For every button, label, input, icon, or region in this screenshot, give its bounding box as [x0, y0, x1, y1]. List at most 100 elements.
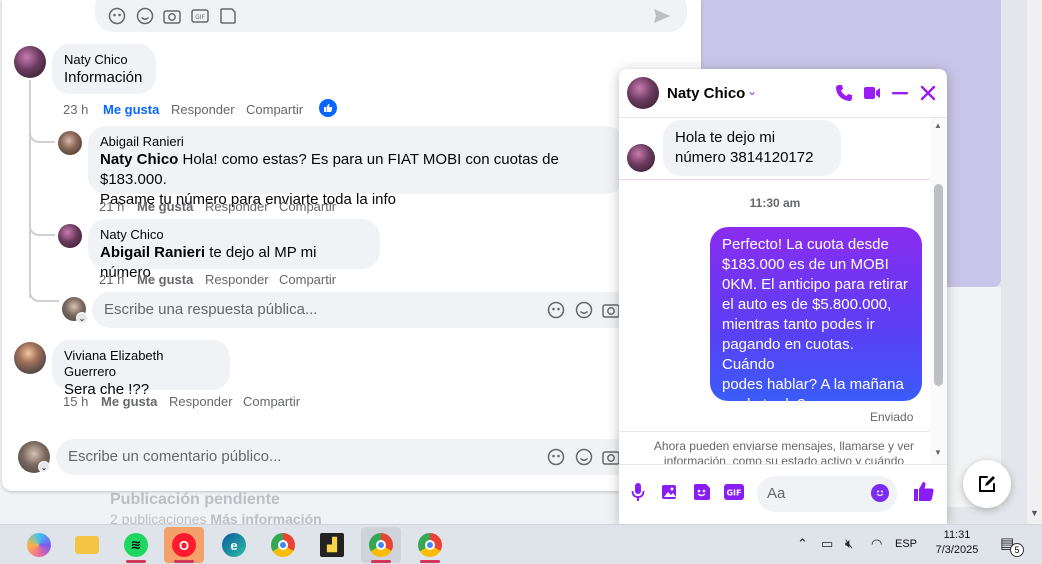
gif-icon[interactable]: GIF	[190, 6, 210, 26]
speaker-muted-icon[interactable]: 🔇︎	[845, 536, 853, 552]
microphone-icon[interactable]	[627, 481, 649, 503]
top-comment-composer[interactable]: GIF	[95, 0, 687, 32]
taskbar-opera[interactable]: O	[164, 527, 204, 563]
input-language[interactable]: ESP	[895, 538, 917, 550]
taskbar-chrome[interactable]	[263, 527, 303, 563]
avatar[interactable]	[14, 342, 46, 374]
reply-input-placeholder: Escribe una respuesta pública...	[104, 301, 318, 318]
chat-header[interactable]: Naty Chico ⌄	[619, 69, 947, 118]
reply-button[interactable]: Responder	[205, 272, 279, 287]
message-text-line: mientras tanto podes ir	[722, 316, 875, 333]
video-call-icon[interactable]	[861, 82, 883, 104]
chevron-down-icon[interactable]: ⌄	[747, 84, 757, 98]
message-sender-avatar[interactable]	[627, 144, 655, 172]
reply-bubble: Naty Chico Abigail Ranieri te dejo al MP…	[88, 219, 380, 281]
divider	[619, 431, 931, 432]
chat-contact-avatar[interactable]	[627, 77, 659, 109]
chrome-icon	[271, 533, 295, 557]
message-time-separator: 11:30 am	[749, 196, 801, 210]
message-text-line: Hola te dejo mi	[675, 129, 776, 146]
reply-author[interactable]: Abigail Ranieri	[100, 134, 612, 150]
battery-icon[interactable]: ▭	[821, 536, 833, 552]
outgoing-message[interactable]: Perfecto! La cuota desde $183.000 es de …	[710, 227, 922, 413]
thumbs-up-icon[interactable]	[913, 480, 935, 502]
avatar-sticker-icon[interactable]	[107, 6, 127, 26]
taskbar-chrome-profile[interactable]	[361, 527, 401, 563]
camera-icon[interactable]	[601, 300, 621, 320]
sticker-icon[interactable]	[218, 6, 238, 26]
avatar[interactable]	[14, 46, 46, 78]
comment-input[interactable]: Escribe un comentario público...	[56, 439, 636, 475]
sticker-icon[interactable]	[691, 481, 713, 503]
send-icon[interactable]	[652, 6, 672, 26]
avatar-sticker-icon[interactable]	[546, 447, 566, 467]
share-button[interactable]: Compartir	[279, 199, 336, 214]
comment-author[interactable]: Naty Chico	[64, 52, 144, 68]
taskbar-edge[interactable]: e	[214, 527, 254, 563]
page-scroll-down-icon[interactable]: ▼	[1030, 508, 1039, 518]
post-comments-panel: GIF Naty Chico Información 23 h Me gusta…	[2, 0, 701, 491]
chat-messages[interactable]: Hola te dejo mi número 3814120172 11:30 …	[619, 118, 947, 464]
comment-author[interactable]: Viviana Elizabeth Guerrero	[64, 348, 218, 380]
wifi-icon[interactable]: ◠	[871, 536, 882, 552]
emoji-icon[interactable]	[135, 6, 155, 26]
new-message-button[interactable]	[963, 460, 1011, 508]
taskbar-spotify[interactable]: ≋	[116, 527, 156, 563]
like-button[interactable]: Me gusta	[137, 199, 205, 214]
gif-icon[interactable]: GIF	[723, 481, 745, 503]
reply-time[interactable]: 21 h	[99, 199, 137, 214]
share-button[interactable]: Compartir	[243, 394, 300, 409]
chevron-down-icon[interactable]: ⌄	[38, 461, 50, 473]
share-button[interactable]: Compartir	[279, 272, 336, 287]
close-icon[interactable]	[917, 82, 939, 104]
mention-link[interactable]: Naty Chico	[100, 151, 178, 168]
taskbar-sticky-notes[interactable]: ▟	[312, 527, 352, 563]
reply-input[interactable]: Escribe una respuesta pública...	[92, 292, 632, 328]
message-input[interactable]: Aa	[757, 476, 897, 512]
photo-icon[interactable]	[659, 481, 681, 503]
compose-icon	[979, 476, 995, 492]
chevron-down-icon[interactable]: ⌄	[76, 312, 88, 324]
minimize-icon[interactable]	[889, 82, 911, 104]
notification-count-badge[interactable]: 5	[1010, 543, 1024, 557]
avatar-sticker-icon[interactable]	[546, 300, 566, 320]
taskbar-chrome-2[interactable]	[410, 527, 450, 563]
taskbar-copilot[interactable]	[19, 527, 59, 563]
reply-time[interactable]: 21 h	[99, 272, 137, 287]
chevron-up-icon[interactable]: ⌃	[797, 536, 808, 552]
like-reaction-icon[interactable]	[319, 99, 337, 117]
like-button[interactable]: Me gusta	[103, 102, 171, 117]
taskbar-clock[interactable]: 11:31 7/3/2025	[928, 529, 986, 556]
page-scrollbar[interactable]	[1027, 0, 1042, 524]
phone-icon[interactable]	[833, 82, 855, 104]
reply-author[interactable]: Naty Chico	[100, 227, 368, 243]
reply-button[interactable]: Responder	[169, 394, 243, 409]
reply-button[interactable]: Responder	[205, 199, 279, 214]
camera-icon[interactable]	[601, 447, 621, 467]
like-button[interactable]: Me gusta	[137, 272, 205, 287]
share-button[interactable]: Compartir	[246, 102, 303, 117]
folder-icon	[75, 536, 99, 554]
chat-contact-name[interactable]: Naty Chico	[667, 85, 745, 102]
reply-button[interactable]: Responder	[171, 102, 246, 117]
thread-branch	[29, 218, 55, 236]
emoji-icon[interactable]	[574, 300, 594, 320]
scroll-down-icon[interactable]: ▼	[934, 448, 942, 457]
taskbar-file-explorer[interactable]	[67, 527, 107, 563]
message-text-line: podes hablar? A la mañana	[722, 376, 904, 393]
scroll-up-icon[interactable]: ▲	[934, 121, 942, 130]
comment-time[interactable]: 23 h	[63, 102, 103, 117]
reply-bubble: Abigail Ranieri Naty Chico Hola! como es…	[88, 126, 624, 208]
camera-icon[interactable]	[162, 6, 182, 26]
avatar[interactable]	[58, 131, 82, 155]
comment-time[interactable]: 15 h	[63, 394, 101, 409]
mention-link[interactable]: Abigail Ranieri	[100, 244, 205, 261]
chat-scrollbar[interactable]: ▲ ▼	[930, 118, 947, 464]
emoji-icon[interactable]	[574, 447, 594, 467]
like-button[interactable]: Me gusta	[101, 394, 169, 409]
comment-input-placeholder: Escribe un comentario público...	[68, 448, 282, 465]
incoming-message[interactable]: Hola te dejo mi número 3814120172	[663, 120, 841, 176]
avatar[interactable]	[58, 224, 82, 248]
emoji-icon[interactable]	[871, 484, 889, 502]
chat-scrollbar-thumb[interactable]	[934, 184, 943, 386]
